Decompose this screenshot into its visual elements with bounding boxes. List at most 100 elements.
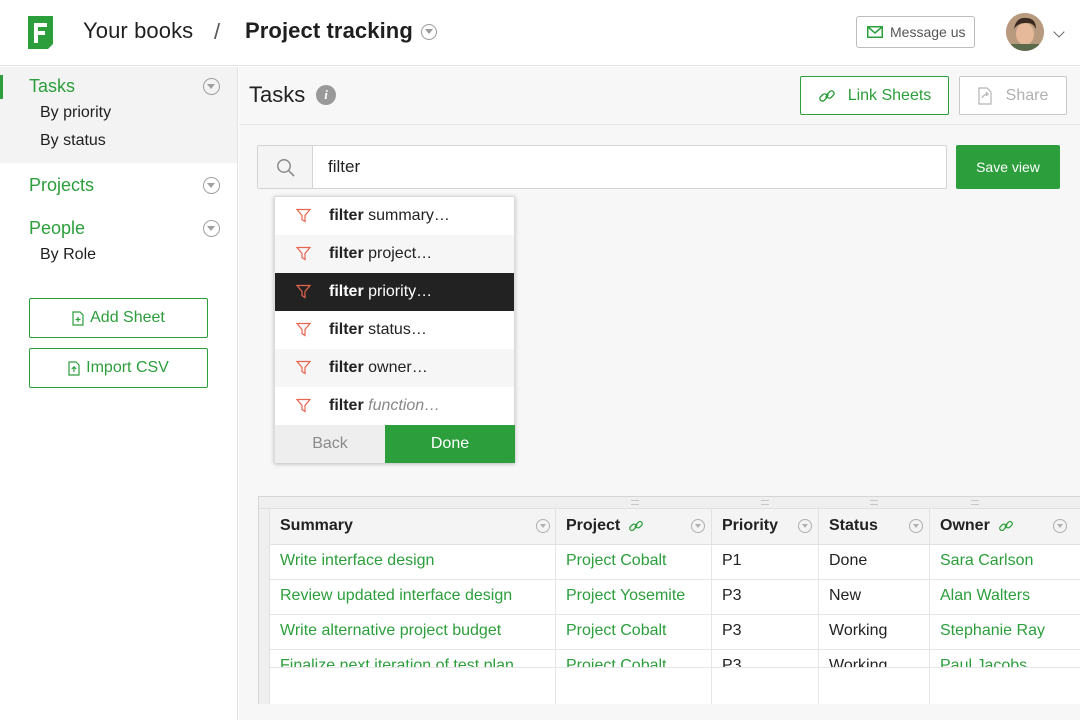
breadcrumb-root[interactable]: Your books: [83, 18, 193, 44]
avatar[interactable]: [1006, 13, 1044, 51]
suggestion-arg: project…: [368, 245, 433, 262]
envelope-icon: [867, 26, 883, 38]
cell-text: Alan Walters: [940, 587, 1031, 604]
sidebar-item-by-priority[interactable]: By priority: [40, 104, 111, 122]
chevron-down-icon[interactable]: [203, 78, 220, 95]
app-logo-icon[interactable]: [28, 16, 53, 49]
column-header-priority[interactable]: Priority: [712, 509, 819, 545]
chevron-down-icon[interactable]: [421, 24, 437, 40]
sidebar-item-tasks[interactable]: Tasks: [29, 76, 75, 97]
message-us-button[interactable]: Message us: [856, 16, 975, 48]
table-cell-empty[interactable]: [712, 668, 819, 704]
table-cell[interactable]: Sara Carlson: [930, 545, 1080, 580]
table-cell[interactable]: Alan Walters: [930, 580, 1080, 615]
suggestion-filter-owner[interactable]: filter owner…: [275, 349, 514, 387]
chevron-down-icon[interactable]: [536, 519, 550, 533]
link-icon: [629, 520, 644, 532]
chevron-down-icon[interactable]: [203, 220, 220, 237]
back-button[interactable]: Back: [275, 425, 385, 463]
table-cell[interactable]: Write alternative project budget: [270, 615, 556, 650]
filter-icon: [296, 322, 311, 337]
save-view-button[interactable]: Save view: [956, 145, 1060, 189]
sidebar-item-projects[interactable]: Projects: [29, 175, 94, 196]
cell-text: P3: [722, 657, 742, 668]
table-cell-empty[interactable]: [556, 668, 712, 704]
add-sheet-button[interactable]: Add Sheet: [29, 298, 208, 338]
share-icon: [978, 86, 992, 105]
breadcrumb-separator: /: [214, 19, 221, 44]
table-cell[interactable]: Write interface design: [270, 545, 556, 580]
share-label: Share: [1005, 86, 1049, 104]
chevron-down-icon[interactable]: [798, 519, 812, 533]
column-grip-icon[interactable]: [971, 500, 979, 505]
link-icon: [998, 520, 1013, 532]
table-cell[interactable]: Project Cobalt: [556, 615, 712, 650]
search-input[interactable]: [328, 157, 928, 177]
column-header-summary[interactable]: Summary: [270, 509, 556, 545]
sidebar-item-by-role[interactable]: By Role: [40, 246, 96, 264]
table-cell[interactable]: P1: [712, 545, 819, 580]
cell-text: Project Cobalt: [566, 657, 667, 668]
suggestion-filter-project[interactable]: filter project…: [275, 235, 514, 273]
suggestion-keyword: filter: [329, 283, 364, 300]
cell-text: Working: [829, 622, 888, 639]
cell-text: Project Cobalt: [566, 622, 667, 639]
suggestion-filter-summary[interactable]: filter summary…: [275, 197, 514, 235]
table-cell[interactable]: Paul Jacobs: [930, 650, 1080, 668]
table-cell[interactable]: New: [819, 580, 930, 615]
chevron-down-icon[interactable]: [1053, 519, 1067, 533]
done-button[interactable]: Done: [385, 425, 515, 463]
filter-icon: [296, 246, 311, 261]
filter-suggestions-dropdown: filter summary… filter project… filter p…: [274, 196, 515, 463]
column-handles: [259, 497, 1080, 509]
table-cell[interactable]: Finalize next iteration of test plan: [270, 650, 556, 668]
cell-text: Review updated interface design: [280, 587, 513, 604]
table-cell-empty[interactable]: [270, 668, 556, 704]
link-icon: [818, 89, 835, 102]
column-header-project[interactable]: Project: [556, 509, 712, 545]
import-csv-button[interactable]: Import CSV: [29, 348, 208, 388]
sidebar-item-people[interactable]: People: [29, 218, 85, 239]
add-sheet-icon: [72, 310, 84, 326]
column-header-status[interactable]: Status: [819, 509, 930, 545]
share-button[interactable]: Share: [959, 76, 1067, 115]
cell-text: Write alternative project budget: [280, 622, 502, 639]
table-cell[interactable]: P3: [712, 580, 819, 615]
column-grip-icon[interactable]: [631, 500, 639, 505]
table-cell-empty[interactable]: [930, 668, 1080, 704]
suggestion-keyword: filter: [329, 207, 364, 224]
chevron-down-icon[interactable]: [909, 519, 923, 533]
search-icon: [277, 159, 295, 177]
chevron-down-icon[interactable]: [691, 519, 705, 533]
breadcrumb-current: Project tracking: [245, 18, 413, 43]
chevron-down-icon[interactable]: [1053, 26, 1065, 38]
table-cell[interactable]: Stephanie Ray: [930, 615, 1080, 650]
cell-text: P3: [722, 587, 742, 604]
table-cell[interactable]: Project Cobalt: [556, 650, 712, 668]
suggestion-filter-function[interactable]: filter function…: [275, 387, 514, 425]
column-grip-icon[interactable]: [870, 500, 878, 505]
column-header-label: Status: [829, 517, 878, 534]
chevron-down-icon[interactable]: [203, 177, 220, 194]
column-grip-icon[interactable]: [761, 500, 769, 505]
link-sheets-button[interactable]: Link Sheets: [800, 76, 949, 115]
table-cell[interactable]: Working: [819, 650, 930, 668]
cell-text: Stephanie Ray: [940, 622, 1045, 639]
suggestion-filter-status[interactable]: filter status…: [275, 311, 514, 349]
table-cell[interactable]: Project Yosemite: [556, 580, 712, 615]
suggestion-filter-priority[interactable]: filter priority…: [275, 273, 514, 311]
suggestion-arg: priority…: [368, 283, 433, 300]
sidebar-item-by-status[interactable]: By status: [40, 132, 106, 150]
table-cell[interactable]: Working: [819, 615, 930, 650]
table-cell[interactable]: P3: [712, 615, 819, 650]
cell-text: P1: [722, 552, 742, 569]
table-cell[interactable]: Done: [819, 545, 930, 580]
table-cell[interactable]: Project Cobalt: [556, 545, 712, 580]
column-header-label: Summary: [280, 517, 353, 534]
table-cell-empty[interactable]: [819, 668, 930, 704]
table-cell[interactable]: Review updated interface design: [270, 580, 556, 615]
suggestion-keyword: filter: [329, 321, 364, 338]
info-icon[interactable]: i: [316, 85, 336, 105]
column-header-owner[interactable]: Owner: [930, 509, 1080, 545]
table-cell[interactable]: P3: [712, 650, 819, 668]
